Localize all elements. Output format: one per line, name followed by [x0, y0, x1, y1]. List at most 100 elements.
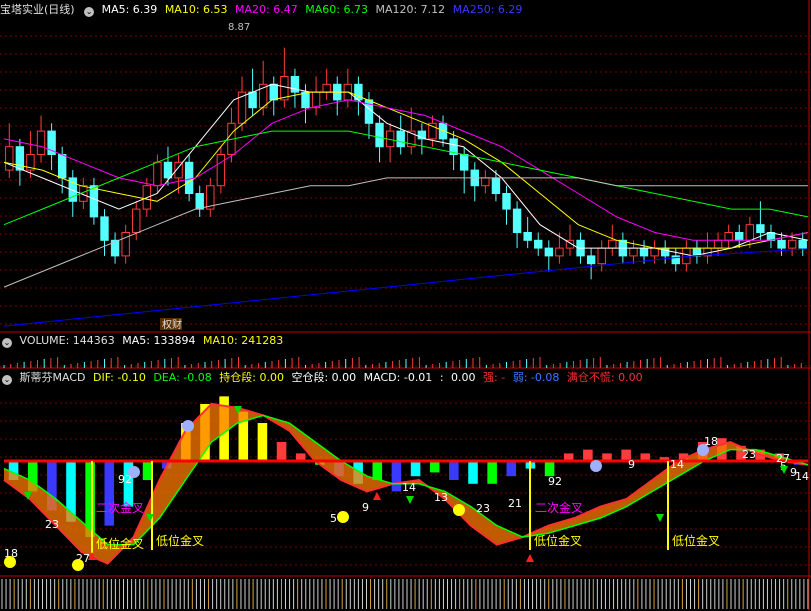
- candle-body: [163, 161, 173, 179]
- candle-body: [597, 247, 606, 265]
- candle-body: [322, 83, 331, 93]
- low-golden-cross-label: 低位金叉: [672, 533, 720, 548]
- low-golden-cross-label: 低位金叉: [96, 536, 144, 551]
- separator-label: :: [439, 371, 444, 384]
- candle-body: [502, 193, 511, 210]
- low-golden-cross-label: 低位金叉: [534, 533, 582, 548]
- volume-label: VOLUME: 144363: [19, 334, 115, 347]
- candle-body: [311, 91, 321, 109]
- smile-icon: [4, 556, 16, 568]
- ma-line-ma10: [3, 91, 809, 249]
- worried-face-icon: [590, 460, 602, 472]
- candle-body: [544, 247, 554, 257]
- collapse-icon[interactable]: ⌄: [2, 375, 12, 385]
- candle-body: [5, 146, 14, 171]
- candle-body: [375, 122, 384, 148]
- zero-label: 0.00: [451, 371, 476, 384]
- dea-label: DEA: -0.08: [153, 371, 212, 384]
- candle-body: [269, 83, 278, 101]
- price-legend: 宝塔实业(日线) ⌄ MA5: 6.39 MA10: 6.53 MA20: 6.…: [0, 2, 526, 18]
- collapse-icon[interactable]: ⌄: [2, 338, 12, 348]
- ma-line-ma20: [3, 99, 809, 241]
- macd-value-label: 14: [795, 470, 809, 483]
- candle-body: [534, 239, 543, 249]
- candle-body: [724, 232, 733, 241]
- worried-face-icon: [128, 466, 140, 478]
- candle-body: [555, 247, 564, 257]
- high-price-label: 8.87: [228, 22, 250, 33]
- up-arrow-icon: [526, 554, 534, 562]
- ma60-label: MA60: 6.73: [305, 3, 368, 16]
- ma10-label: MA10: 6.53: [164, 3, 228, 16]
- event-marker[interactable]: 权财: [162, 318, 182, 331]
- candle-body: [650, 247, 659, 257]
- candle-body: [586, 255, 596, 265]
- down-arrow-icon: [656, 514, 664, 522]
- candle-body: [89, 185, 99, 218]
- candle-body: [132, 208, 141, 234]
- macd-value-label: 92: [548, 475, 562, 488]
- candle-body: [798, 239, 807, 249]
- candle-body: [608, 239, 617, 249]
- candle-body: [184, 161, 194, 195]
- second-golden-cross-label: 二次金叉: [96, 500, 144, 515]
- hold-label: 持仓段: 0.00: [219, 371, 284, 384]
- worried-face-icon: [697, 444, 709, 456]
- strong-label: 强: -: [483, 371, 506, 384]
- macd-value-label: 9: [628, 458, 635, 471]
- candle-body: [735, 232, 744, 241]
- ma5-label: MA5: 6.39: [101, 3, 158, 16]
- smile-icon: [453, 504, 465, 516]
- chart-canvas: 1827239259141323219259141823275914低位金叉低位…: [0, 0, 811, 611]
- candle-body: [787, 239, 797, 249]
- stock-title: 宝塔实业(日线): [0, 3, 75, 16]
- candle-body: [481, 177, 490, 187]
- full-position-label: 满仓不慌: 0.00: [566, 371, 643, 384]
- macd-value-label: 23: [742, 448, 756, 461]
- worried-face-icon: [182, 420, 194, 432]
- candle-body: [301, 91, 310, 109]
- collapse-icon[interactable]: ⌄: [84, 7, 95, 17]
- macd-value-label: 14: [402, 481, 416, 494]
- macd-value-label: 23: [476, 502, 490, 515]
- macd-value-label: 21: [508, 497, 522, 510]
- bottom-tape: [1, 579, 809, 609]
- candle-body: [396, 130, 405, 148]
- macd-value-label: 23: [45, 518, 59, 531]
- volume-ma5-label: MA5: 133894: [122, 334, 196, 347]
- down-arrow-icon: [406, 496, 414, 504]
- candle-body: [639, 247, 649, 257]
- smile-icon: [72, 559, 84, 571]
- candle-body: [777, 239, 786, 249]
- grid-lines: [0, 0, 811, 611]
- ma120-label: MA120: 7.12: [375, 3, 446, 16]
- weak-label: 弱: -0.08: [512, 371, 560, 384]
- candle-body: [523, 232, 532, 241]
- ma20-label: MA20: 6.47: [235, 3, 298, 16]
- candle-body: [491, 177, 501, 194]
- moving-average-lines: [3, 83, 809, 327]
- dif-label: DIF: -0.10: [92, 371, 146, 384]
- candle-body: [713, 239, 723, 249]
- candle-body: [248, 91, 257, 109]
- ma250-label: MA250: 6.29: [452, 3, 523, 16]
- macd-value-label: 9: [362, 501, 369, 514]
- macd-title: 斯蒂芬MACD: [19, 371, 86, 384]
- low-golden-cross-label: 低位金叉: [156, 533, 204, 548]
- candle-body: [15, 146, 25, 171]
- candle-body: [195, 193, 204, 210]
- candle-body: [512, 208, 522, 234]
- volume-legend: ⌄ VOLUME: 144363 MA5: 133894 MA10: 24128…: [0, 333, 287, 349]
- candle-body: [745, 224, 755, 241]
- candle-body: [36, 130, 46, 156]
- macd-value-label: 14: [670, 458, 684, 471]
- candle-body: [100, 216, 109, 241]
- candle-body: [629, 247, 638, 257]
- ma-line-ma5: [3, 83, 809, 257]
- macd-legend: ⌄ 斯蒂芬MACD DIF: -0.10 DEA: -0.08 持仓段: 0.0…: [0, 370, 647, 386]
- volume-ma10-label: MA10: 241283: [202, 334, 284, 347]
- empty-label: 空仓段: 0.00: [291, 371, 357, 384]
- candlestick-series: [5, 47, 807, 280]
- candle-body: [153, 161, 162, 187]
- candle-body: [216, 154, 226, 187]
